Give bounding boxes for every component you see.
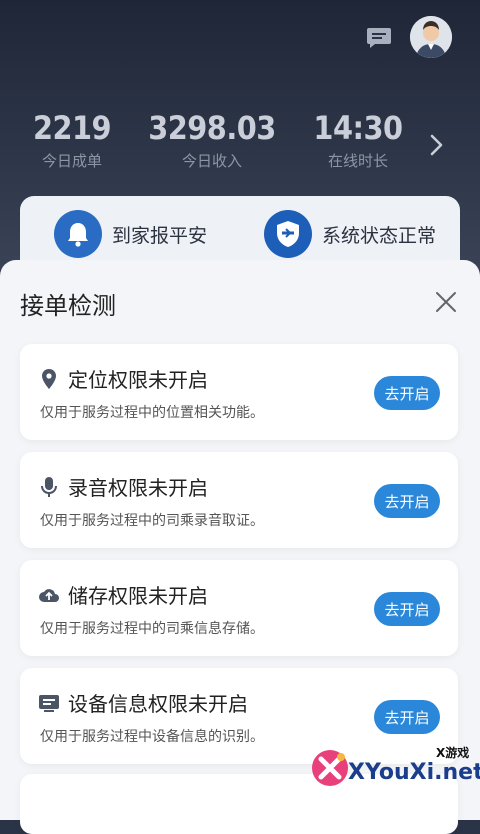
banner-right-label: 系统状态正常 (322, 224, 437, 247)
device-info-icon (39, 695, 59, 712)
stat-value: 2219 (32, 109, 112, 147)
permission-title: 设备信息权限未开启 (68, 692, 248, 716)
bell-icon (54, 210, 102, 258)
watermark-logo (312, 750, 348, 786)
stat-income: 3298.03 今日收入 (146, 108, 278, 171)
location-icon (42, 369, 56, 389)
enable-storage-button[interactable]: 去开启 (374, 592, 440, 626)
chevron-right-icon[interactable] (426, 132, 446, 158)
permission-desc: 仅用于服务过程中的位置相关功能。 (40, 405, 264, 421)
watermark-en: XYouXi.net (348, 760, 480, 785)
permission-card-storage: 储存权限未开启 仅用于服务过程中的司乘信息存储。 去开启 (20, 560, 458, 656)
permission-title: 定位权限未开启 (68, 368, 208, 392)
avatar[interactable] (410, 16, 452, 58)
permission-desc: 仅用于服务过程中的司乘录音取证。 (40, 513, 264, 529)
sheet-title: 接单检测 (20, 292, 116, 320)
permission-title: 录音权限未开启 (68, 476, 208, 500)
banner-left-label: 到家报平安 (112, 224, 208, 247)
enable-location-button[interactable]: 去开启 (374, 376, 440, 410)
watermark-cn: X游戏 (436, 746, 470, 760)
close-icon[interactable] (432, 288, 460, 316)
stat-label: 今日成单 (41, 152, 102, 170)
system-status-button[interactable]: 系统状态正常 (264, 210, 436, 258)
enable-device-info-button[interactable]: 去开启 (374, 700, 440, 734)
stat-orders: 2219 今日成单 (20, 108, 124, 171)
order-check-sheet: 接单检测 定位权限未开启 仅用于服务过程中的位置相关功能。 去开启 录音权限未开… (0, 260, 480, 834)
stat-label: 今日收入 (181, 152, 242, 170)
watermark: X游戏 XYouXi.net (304, 740, 480, 800)
permission-title: 储存权限未开启 (68, 584, 208, 608)
stat-label: 在线时长 (327, 152, 388, 170)
stats-row: 2219 今日成单 3298.03 今日收入 14:30 在线时长 (0, 108, 480, 178)
enable-microphone-button[interactable]: 去开启 (374, 484, 440, 518)
permission-desc: 仅用于服务过程中的司乘信息存储。 (40, 621, 264, 637)
permission-desc: 仅用于服务过程中设备信息的识别。 (40, 729, 264, 745)
stat-value: 14:30 (313, 109, 403, 147)
stat-value: 3298.03 (148, 109, 276, 147)
permission-card-microphone: 录音权限未开启 仅用于服务过程中的司乘录音取证。 去开启 (20, 452, 458, 548)
microphone-icon (41, 477, 57, 497)
shield-icon (264, 210, 312, 258)
message-icon[interactable] (366, 26, 392, 50)
home-safe-button[interactable]: 到家报平安 (54, 210, 207, 258)
permission-card-location: 定位权限未开启 仅用于服务过程中的位置相关功能。 去开启 (20, 344, 458, 440)
stat-online-time: 14:30 在线时长 (306, 108, 410, 171)
cloud-upload-icon (39, 589, 59, 602)
